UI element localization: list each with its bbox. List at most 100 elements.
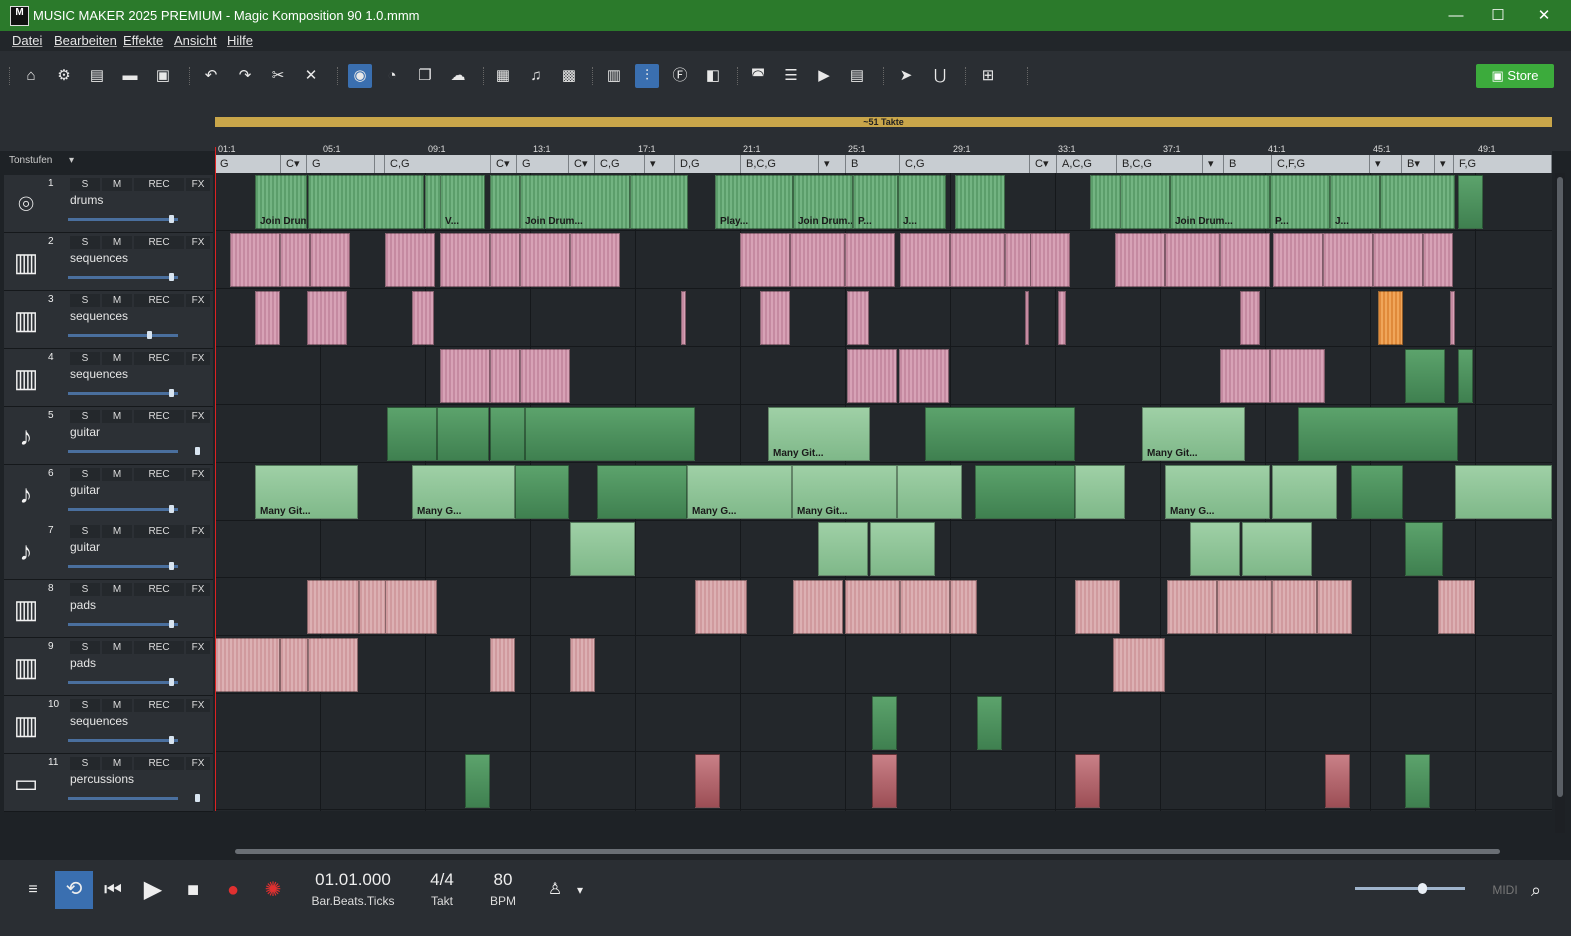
menu-bearbeiten[interactable]: Bearbeiten xyxy=(54,33,117,48)
cloud-icon[interactable]: ☁ xyxy=(446,64,470,88)
audio-clip[interactable] xyxy=(437,406,489,461)
track-header-2[interactable]: ▥ 2 S M REC FX sequences xyxy=(4,232,213,291)
audio-clip[interactable] xyxy=(872,754,897,808)
track-name[interactable]: guitar xyxy=(70,425,100,439)
audio-clip[interactable] xyxy=(490,406,525,461)
volume-slider[interactable] xyxy=(68,620,178,629)
new-file-icon[interactable]: ▤ xyxy=(85,64,109,88)
audio-clip[interactable] xyxy=(490,232,520,287)
audio-clip[interactable] xyxy=(597,464,687,519)
arrangement-length-bar[interactable]: ~51 Takte xyxy=(215,117,1552,127)
fx-button[interactable]: FX xyxy=(186,409,210,423)
track-lane-11[interactable] xyxy=(215,752,1552,810)
audio-clip[interactable] xyxy=(1373,232,1423,287)
volume-knob[interactable] xyxy=(168,504,174,513)
menu-effekte[interactable]: Effekte xyxy=(123,33,163,48)
track-header-6[interactable]: ♪ 6 S M REC FX guitar xyxy=(4,464,213,523)
chord-segment[interactable]: G xyxy=(517,155,569,173)
track-header-3[interactable]: ▥ 3 S M REC FX sequences xyxy=(4,290,213,349)
audio-clip[interactable] xyxy=(570,232,620,287)
record-arm-button[interactable]: REC xyxy=(134,699,184,713)
track-header-5[interactable]: ♪ 5 S M REC FX guitar xyxy=(4,406,213,465)
audio-clip[interactable]: J... xyxy=(1330,175,1380,229)
audio-clip[interactable] xyxy=(1438,580,1475,635)
audio-clip[interactable] xyxy=(1058,290,1066,345)
chord-segment[interactable]: C,G xyxy=(385,155,491,173)
mute-button[interactable]: M xyxy=(102,525,132,539)
track-lane-10[interactable] xyxy=(215,694,1552,753)
tempo-icon[interactable]: ◔ xyxy=(380,64,404,88)
audio-clip[interactable] xyxy=(1405,348,1445,403)
volume-knob[interactable] xyxy=(168,272,174,281)
audio-clip[interactable] xyxy=(412,290,434,345)
audio-clip[interactable] xyxy=(525,406,695,461)
pointer-icon[interactable]: ➤ xyxy=(894,64,918,88)
track-name[interactable]: pads xyxy=(70,656,96,670)
volume-knob[interactable] xyxy=(168,562,174,571)
snap-icon[interactable]: ⋃ xyxy=(928,64,952,88)
volume-knob[interactable] xyxy=(168,215,174,223)
audio-clip[interactable] xyxy=(740,232,790,287)
audio-clip[interactable] xyxy=(1242,522,1312,577)
audio-clip[interactable] xyxy=(385,232,435,287)
audio-clip[interactable] xyxy=(440,348,490,403)
chord-segment[interactable]: ▾ xyxy=(1435,155,1454,173)
volume-knob[interactable] xyxy=(168,620,174,629)
audio-clip[interactable]: Many Git... xyxy=(1142,406,1245,461)
solo-button[interactable]: S xyxy=(70,409,100,423)
play-button[interactable]: ▶ xyxy=(135,872,171,908)
record-arm-button[interactable]: REC xyxy=(134,178,184,191)
record-button[interactable]: ● xyxy=(215,872,251,908)
time-signature-display[interactable]: 4/4 xyxy=(418,870,466,890)
audio-clip[interactable] xyxy=(1030,232,1070,287)
audio-clip[interactable] xyxy=(1273,232,1323,287)
playlist-icon[interactable]: ≡ xyxy=(15,872,51,908)
audio-clip[interactable] xyxy=(1458,175,1483,229)
audio-clip[interactable]: Join Drum... xyxy=(520,175,630,229)
audio-clip[interactable] xyxy=(490,638,515,693)
fx-icon[interactable]: Ⓕ xyxy=(668,64,692,88)
audio-clip[interactable] xyxy=(1240,290,1260,345)
audio-clip[interactable] xyxy=(793,580,843,635)
audio-clip[interactable] xyxy=(1455,464,1552,519)
track-lane-1[interactable]: Join Drums F_o... V... Join Drum... Play...… xyxy=(215,173,1552,231)
volume-knob[interactable] xyxy=(147,330,153,339)
audio-clip[interactable] xyxy=(280,638,308,693)
fx-button[interactable]: FX xyxy=(186,583,210,597)
solo-button[interactable]: S xyxy=(70,641,100,655)
audio-clip[interactable] xyxy=(255,290,280,345)
record-settings-button[interactable]: ✺ xyxy=(255,872,291,908)
minimize-button[interactable]: — xyxy=(1433,0,1479,31)
beatbox-icon[interactable]: ▩ xyxy=(557,64,581,88)
audio-clip[interactable] xyxy=(1323,232,1373,287)
chord-segment[interactable]: B xyxy=(1224,155,1272,173)
chord-segment[interactable]: A,C,G xyxy=(1057,155,1117,173)
toolbar-grip[interactable] xyxy=(1027,67,1030,85)
track-lane-8[interactable] xyxy=(215,578,1552,637)
audio-clip[interactable] xyxy=(1405,754,1430,808)
track-lane-9[interactable] xyxy=(215,636,1552,695)
stop-button[interactable]: ■ xyxy=(175,872,211,908)
fx-button[interactable]: FX xyxy=(186,351,210,365)
chord-segment[interactable]: B,C,G xyxy=(1117,155,1203,173)
mute-button[interactable]: M xyxy=(102,178,132,191)
audio-clip[interactable] xyxy=(872,696,897,751)
record-arm-button[interactable]: REC xyxy=(134,641,184,655)
audio-clip[interactable] xyxy=(681,290,686,345)
audio-clip[interactable] xyxy=(1220,348,1270,403)
film-icon[interactable]: ▤ xyxy=(845,64,869,88)
solo-button[interactable]: S xyxy=(70,178,100,191)
audio-clip[interactable] xyxy=(310,232,350,287)
chord-segment[interactable]: B,C,G xyxy=(741,155,819,173)
audio-clip[interactable] xyxy=(230,232,280,287)
audio-clip[interactable]: J... xyxy=(898,175,946,229)
volume-slider[interactable] xyxy=(68,794,201,802)
track-lane-4[interactable] xyxy=(215,347,1552,405)
audio-clip[interactable] xyxy=(1298,406,1458,461)
mute-button[interactable]: M xyxy=(102,757,132,770)
audio-clip[interactable] xyxy=(845,580,900,635)
track-header-10[interactable]: ▥ 10 S M REC FX sequences xyxy=(4,696,213,755)
track-name[interactable]: percussions xyxy=(70,772,134,786)
audio-clip[interactable] xyxy=(847,290,869,345)
horizontal-scrollbar[interactable] xyxy=(215,846,1552,856)
